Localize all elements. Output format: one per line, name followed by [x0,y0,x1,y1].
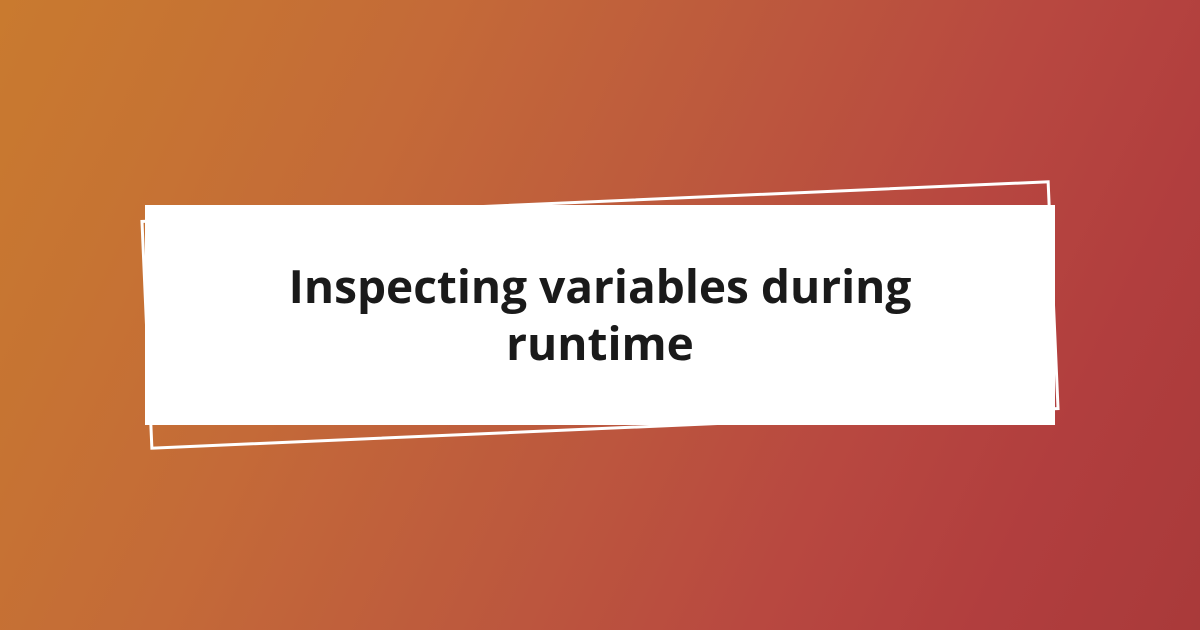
title-card: Inspecting variables during runtime [145,205,1055,425]
page-title: Inspecting variables during runtime [225,258,975,373]
title-card-wrapper: Inspecting variables during runtime [145,195,1055,435]
